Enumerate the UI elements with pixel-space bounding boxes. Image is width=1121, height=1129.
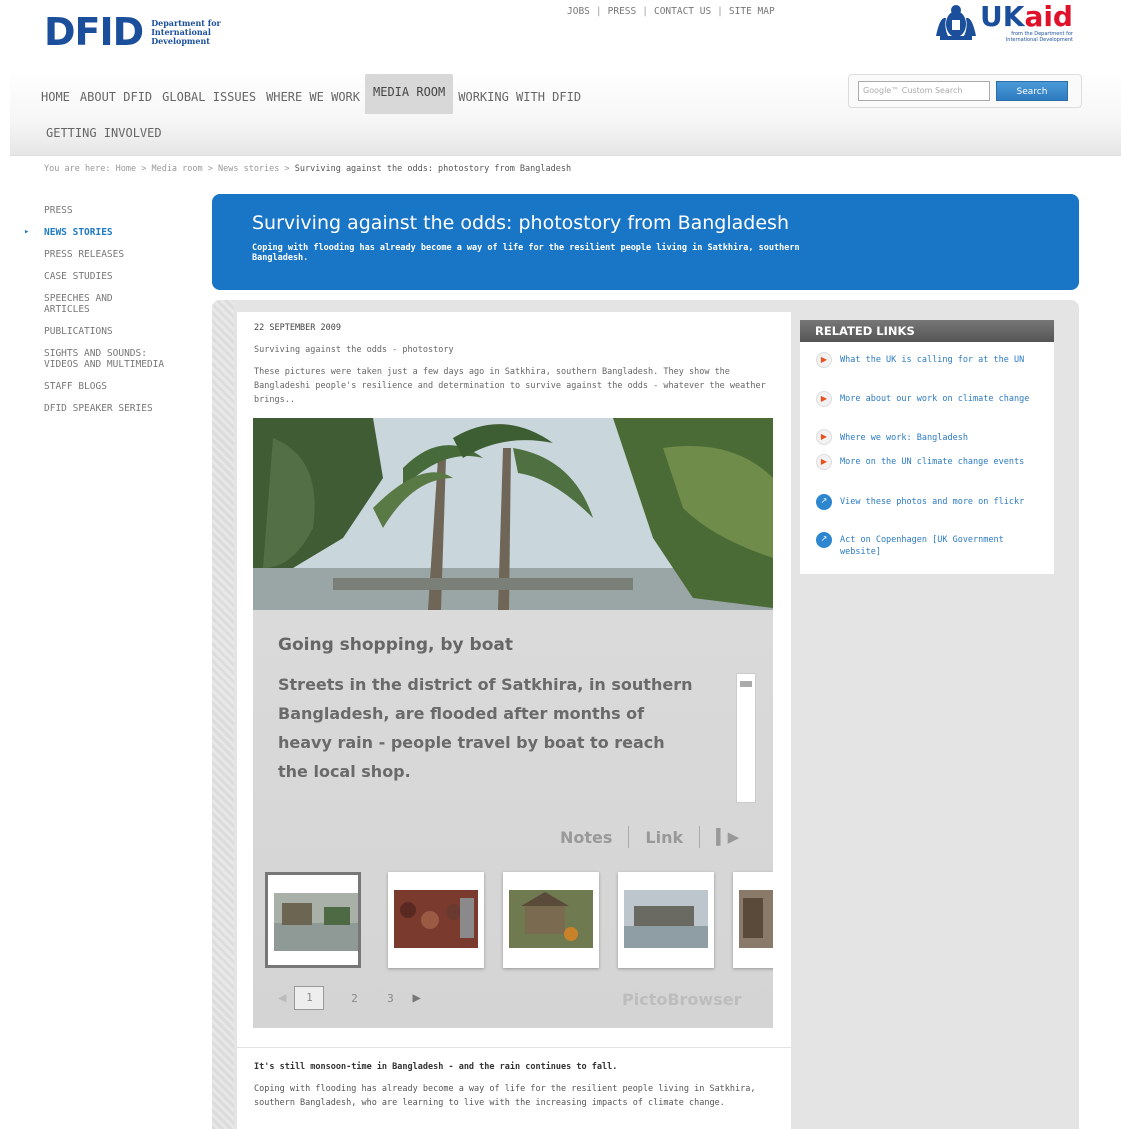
divider [699,826,701,848]
divider [237,1047,791,1048]
main-nav: HOME ABOUT DFID GLOBAL ISSUES WHERE WE W… [36,74,586,114]
related-link-flickr[interactable]: View these photos and more on flickr [840,496,1040,508]
nav-item-getting-involved[interactable]: GETTING INVOLVED [46,126,162,140]
nav-item-about[interactable]: ABOUT DFID [75,88,157,110]
arrow-icon: ▶ [816,352,832,368]
ukaid-logo[interactable]: UKaid from the Department for Internatio… [932,2,1073,43]
flooded-building-thumb [624,890,708,948]
utility-link-press[interactable]: PRESS [608,6,637,17]
title-banner: Surviving against the odds: photostory f… [212,194,1079,290]
content-stripe [212,300,234,1129]
external-link-icon: ↗ [816,532,832,548]
logo-wordmark: DFID [44,10,144,54]
royal-crest-icon [936,5,976,40]
page-subtitle: Coping with flooding has already become … [252,243,800,263]
sidebar-item-staff-blogs[interactable]: STAFF BLOGS [44,381,194,392]
article-lead: It's still monsoon-time in Bangladesh - … [254,1062,618,1072]
breadcrumb-path[interactable]: You are here: Home > Media room > News s… [44,164,295,174]
utility-link-sitemap[interactable]: SITE MAP [729,6,775,17]
notes-button[interactable]: Notes [560,828,612,847]
divider: | [595,6,602,17]
related-link-un-events[interactable]: More on the UN climate change events [840,456,1040,468]
article-date: 22 SEPTEMBER 2009 [254,323,341,333]
article-intro: These pictures were taken just a few day… [254,367,766,405]
pictobrowser-brand[interactable]: PictoBrowser [622,990,741,1009]
page-1[interactable]: 1 [294,986,325,1010]
thumbnail-3[interactable] [503,872,599,968]
prev-page-icon[interactable]: ◀ [278,990,286,1006]
caption-scrollbar[interactable] [736,673,756,803]
sidebar-item-speeches[interactable]: SPEECHES AND ARTICLES [44,293,144,315]
thumbnail-pager: ◀ 1 2 3 ▶ [278,986,421,1010]
partial-thumb [739,890,773,948]
external-link-icon: ↗ [816,494,832,510]
main-photo[interactable] [253,418,773,610]
nav-item-where-we-work[interactable]: WHERE WE WORK [261,88,365,110]
nav-item-home[interactable]: HOME [36,88,75,110]
palm-trees-photo [253,418,773,610]
arrow-icon: ▶ [816,391,832,407]
flooded-street-thumb [274,893,358,951]
sidebar-item-press-releases[interactable]: PRESS RELEASES [44,249,194,260]
related-link-bangladesh[interactable]: Where we work: Bangladesh [840,432,1040,444]
thumbnail-5[interactable] [733,872,773,968]
related-links-heading: RELATED LINKS [800,320,1054,342]
ukaid-uk: UK [980,0,1025,33]
viewer-controls: Notes Link ▍▶ [560,826,739,848]
link-button[interactable]: Link [645,828,683,847]
sidebar-item-news-stories[interactable]: NEWS STORIES [24,227,194,238]
ukaid-wordmark: UKaid [980,2,1073,32]
thumbnail-strip [253,862,773,982]
utility-link-contact[interactable]: CONTACT US [654,6,711,17]
sidebar-item-speaker-series[interactable]: DFID SPEAKER SERIES [44,403,194,414]
page-2[interactable]: 2 [336,992,372,1005]
nav-item-global-issues[interactable]: GLOBAL ISSUES [157,88,261,110]
logo-subtitle: Department for International Development [151,18,221,46]
related-link-copenhagen[interactable]: Act on Copenhagen [UK Government website… [840,534,1040,558]
caption-title: Going shopping, by boat [278,635,513,655]
sidebar-item-sights-sounds[interactable]: SIGHTS AND SOUNDS: VIDEOS AND MULTIMEDIA [44,348,184,370]
divider [628,826,630,848]
divider: | [642,6,648,17]
page-3[interactable]: 3 [372,992,408,1005]
page-title: Surviving against the odds: photostory f… [252,212,789,234]
related-link-un[interactable]: What the UK is calling for at the UN [840,354,1040,366]
sidebar-item-press[interactable]: PRESS [44,205,194,216]
thumbnail-1[interactable] [265,872,361,968]
crowd-thumb [394,890,478,948]
sidebar: PRESS NEWS STORIES PRESS RELEASES CASE S… [24,205,194,425]
logo-sub-line: Development [151,35,210,46]
nav-item-working-with-dfid[interactable]: WORKING WITH DFID [453,88,586,110]
nav-item-media-room[interactable]: MEDIA ROOM [365,74,454,114]
search-button[interactable]: Search [996,81,1068,101]
utility-link-jobs[interactable]: JOBS [567,6,590,17]
play-icon[interactable]: ▍▶ [716,828,739,846]
sidebar-item-publications[interactable]: PUBLICATIONS [44,326,194,337]
arrow-icon: ▶ [816,429,832,445]
search-input[interactable]: Google™ Custom Search [858,81,990,101]
thumbnail-2[interactable] [388,872,484,968]
related-link-climate[interactable]: More about our work on climate change [840,393,1040,405]
divider: | [717,6,723,17]
arrow-icon: ▶ [816,454,832,470]
scrollbar-thumb[interactable] [740,681,752,687]
ukaid-tagline-line: International Development [1005,37,1073,43]
next-page-icon[interactable]: ▶ [412,990,420,1006]
dfid-logo[interactable]: DFID Department for International Develo… [44,12,221,52]
caption-text: Streets in the district of Satkhira, in … [278,675,693,781]
ukaid-aid: aid [1024,0,1073,33]
article-body: Coping with flooding has already become … [254,1084,756,1108]
article-kicker: Surviving against the odds - photostory [254,345,454,355]
sidebar-item-case-studies[interactable]: CASE STUDIES [44,271,194,282]
breadcrumb: You are here: Home > Media room > News s… [44,164,571,174]
breadcrumb-current: Surviving against the odds: photostory f… [294,164,572,174]
utility-nav: JOBS | PRESS | CONTACT US | SITE MAP [567,6,775,17]
thumbnail-4[interactable] [618,872,714,968]
hut-thumb [509,890,593,948]
